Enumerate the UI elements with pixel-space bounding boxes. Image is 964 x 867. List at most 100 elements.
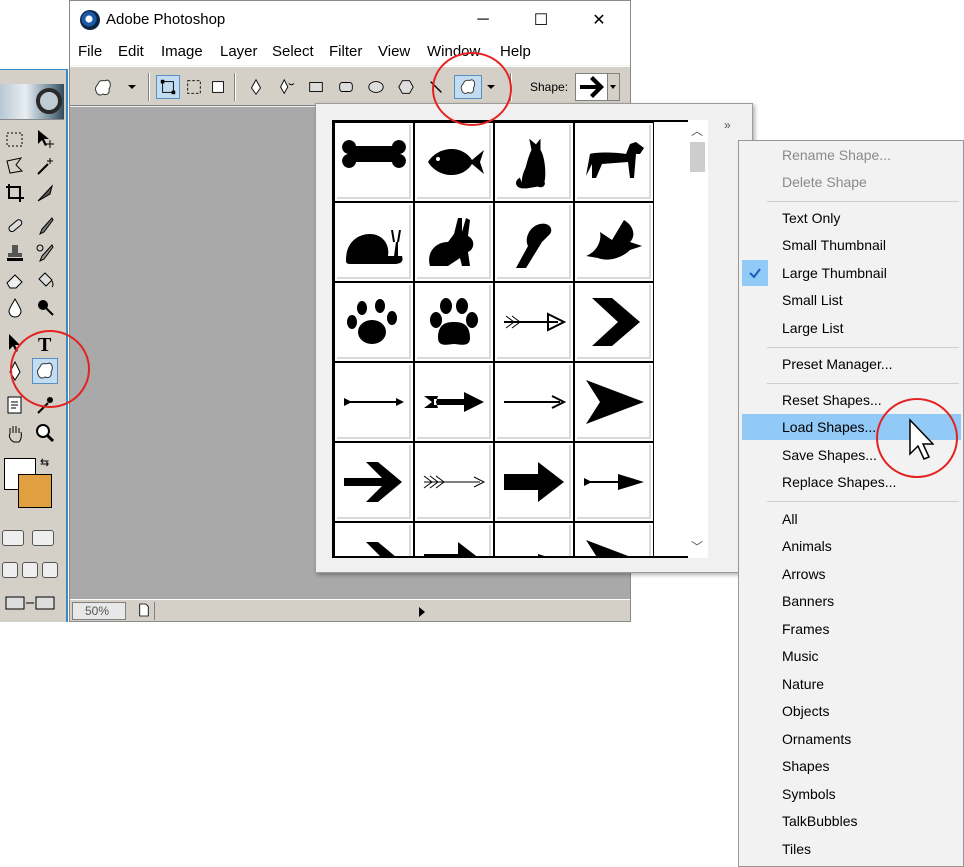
magic-wand-icon[interactable] xyxy=(32,153,58,179)
menu-file[interactable]: File xyxy=(78,43,102,60)
menu-item-tiles[interactable]: Tiles xyxy=(739,836,961,862)
menu-item-ornaments[interactable]: Ornaments xyxy=(739,726,961,752)
tool-preset-picker[interactable] xyxy=(90,75,140,99)
screen-mode-standard-button[interactable] xyxy=(2,562,18,578)
status-menu-arrow-icon[interactable] xyxy=(418,605,426,621)
zoom-level-field[interactable]: 50% xyxy=(72,602,126,620)
menu-item-shapes[interactable]: Shapes xyxy=(739,753,961,779)
menu-item-small-thumbnail[interactable]: Small Thumbnail xyxy=(739,232,961,258)
slice-tool-icon[interactable] xyxy=(32,180,58,206)
shape-thumbnail-paw-print-2[interactable] xyxy=(414,282,494,362)
menu-item-symbols[interactable]: Symbols xyxy=(739,781,961,807)
rectangle-icon[interactable] xyxy=(304,75,328,99)
menu-edit[interactable]: Edit xyxy=(118,43,144,60)
shape-thumbnail-arrow-1[interactable] xyxy=(494,282,574,362)
quick-mask-button[interactable] xyxy=(32,530,54,546)
menu-item-preset-manager[interactable]: Preset Manager... xyxy=(739,351,961,377)
menu-item-text-only[interactable]: Text Only xyxy=(739,205,961,231)
shape-thumbnail-bone[interactable] xyxy=(334,122,414,202)
menu-item-small-list[interactable]: Small List xyxy=(739,287,961,313)
scroll-thumb[interactable] xyxy=(690,142,705,172)
shape-thumbnail-cat[interactable] xyxy=(494,122,574,202)
menu-layer[interactable]: Layer xyxy=(220,43,258,60)
document-info-icon[interactable] xyxy=(138,603,150,620)
lasso-tool-icon[interactable] xyxy=(2,153,28,179)
shape-thumbnail-bird[interactable] xyxy=(494,202,574,282)
scroll-down-icon[interactable]: ﹀ xyxy=(688,538,706,556)
shape-thumbnail-arrow-5[interactable] xyxy=(574,522,654,556)
shape-picker-dropdown[interactable] xyxy=(575,73,620,101)
minimize-button[interactable]: ─ xyxy=(468,9,498,31)
menu-item-objects[interactable]: Objects xyxy=(739,698,961,724)
shape-thumbnail-arrow-8[interactable] xyxy=(494,442,574,522)
crop-tool-icon[interactable] xyxy=(2,180,28,206)
blur-tool-icon[interactable] xyxy=(2,294,28,320)
shape-thumbnail-dove[interactable] xyxy=(574,202,654,282)
shape-thumbnail-arrow-5[interactable] xyxy=(574,362,654,442)
menu-select[interactable]: Select xyxy=(272,43,314,60)
shape-thumbnail-arrow-7[interactable] xyxy=(414,442,494,522)
swap-colors-icon[interactable]: ⇆ xyxy=(40,456,49,469)
fill-pixels-icon[interactable] xyxy=(206,75,230,99)
shape-layers-icon[interactable] xyxy=(156,75,180,99)
shape-thumbnail-arrow-9[interactable] xyxy=(494,522,574,556)
shape-thumbnail-arrow-3[interactable] xyxy=(414,362,494,442)
shape-thumbnail-arrow-8[interactable] xyxy=(414,522,494,556)
shape-thumbnail-paw-print[interactable] xyxy=(334,282,414,362)
shape-thumbnail-arrow-6[interactable] xyxy=(334,522,414,556)
menu-item-banners[interactable]: Banners xyxy=(739,588,961,614)
pen-icon[interactable] xyxy=(244,75,268,99)
shape-thumbnail-sign-1[interactable] xyxy=(574,282,654,362)
eraser-tool-icon[interactable] xyxy=(2,267,28,293)
menu-help[interactable]: Help xyxy=(500,43,531,60)
ellipse-icon[interactable] xyxy=(364,75,388,99)
move-tool-icon[interactable] xyxy=(32,126,58,152)
menu-item-nature[interactable]: Nature xyxy=(739,671,961,697)
menu-view[interactable]: View xyxy=(378,43,410,60)
shape-picker-context-menu: Rename Shape... Delete Shape Text Only S… xyxy=(738,140,964,867)
screen-mode-full-menu-button[interactable] xyxy=(22,562,38,578)
menu-item-large-thumbnail[interactable]: Large Thumbnail xyxy=(739,260,961,286)
paths-icon[interactable] xyxy=(182,75,206,99)
close-button[interactable]: ✕ xyxy=(584,9,614,31)
menu-item-arrows[interactable]: Arrows xyxy=(739,561,961,587)
jump-to-imageready-icon[interactable] xyxy=(2,590,58,616)
shape-grid-scrollbar[interactable]: ︿ ﹀ xyxy=(688,120,708,558)
standard-mode-button[interactable] xyxy=(2,530,24,546)
shape-thumbnail-dog[interactable] xyxy=(574,122,654,202)
paint-bucket-icon[interactable] xyxy=(32,267,58,293)
menu-item-music[interactable]: Music xyxy=(739,643,961,669)
panel-menu-expand-icon[interactable]: » xyxy=(724,118,731,132)
menu-item-talkbubbles[interactable]: TalkBubbles xyxy=(739,808,961,834)
menu-item-frames[interactable]: Frames xyxy=(739,616,961,642)
menu-image[interactable]: Image xyxy=(161,43,203,60)
shape-thumbnail-rabbit[interactable] xyxy=(414,202,494,282)
background-color-swatch[interactable] xyxy=(18,474,52,508)
menu-filter[interactable]: Filter xyxy=(329,43,362,60)
marquee-tool-icon[interactable] xyxy=(2,126,28,152)
menu-item-all[interactable]: All xyxy=(739,506,961,532)
zoom-tool-icon[interactable] xyxy=(32,420,58,446)
hand-tool-icon[interactable] xyxy=(2,420,28,446)
healing-brush-icon[interactable] xyxy=(2,213,28,239)
history-brush-icon[interactable] xyxy=(32,240,58,266)
shape-thumbnail-arrow-9[interactable] xyxy=(574,442,654,522)
shape-thumbnail-arrow-2[interactable] xyxy=(334,362,414,442)
shape-thumbnail-arrow-4[interactable] xyxy=(494,362,574,442)
rounded-rectangle-icon[interactable] xyxy=(334,75,358,99)
menu-item-delete-shape[interactable]: Delete Shape xyxy=(739,169,961,195)
menu-item-animals[interactable]: Animals xyxy=(739,533,961,559)
dodge-tool-icon[interactable] xyxy=(32,294,58,320)
clone-stamp-icon[interactable] xyxy=(2,240,28,266)
maximize-button[interactable]: ☐ xyxy=(526,9,556,31)
freeform-pen-icon[interactable] xyxy=(274,75,298,99)
brush-tool-icon[interactable] xyxy=(32,213,58,239)
menu-item-large-list[interactable]: Large List xyxy=(739,315,961,341)
menu-item-rename-shape[interactable]: Rename Shape... xyxy=(739,142,961,168)
polygon-icon[interactable] xyxy=(394,75,418,99)
scroll-up-icon[interactable]: ︿ xyxy=(688,122,706,140)
shape-thumbnail-arrow-6[interactable] xyxy=(334,442,414,522)
screen-mode-full-button[interactable] xyxy=(42,562,58,578)
shape-thumbnail-fish[interactable] xyxy=(414,122,494,202)
shape-thumbnail-snail[interactable] xyxy=(334,202,414,282)
